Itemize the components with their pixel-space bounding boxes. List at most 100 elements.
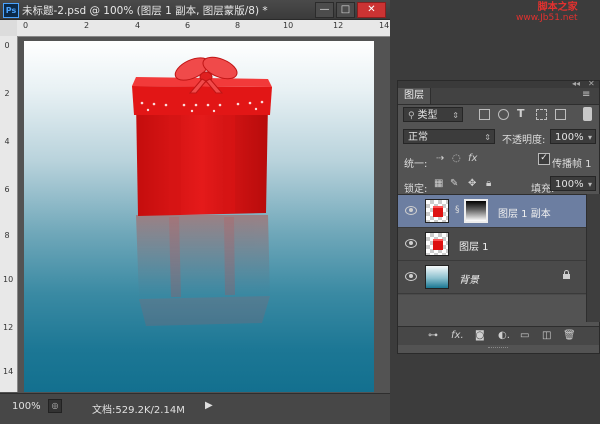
layer-row-layer1-copy[interactable]: § 图层 1 副本 bbox=[398, 195, 586, 228]
ruler-number: 2 bbox=[4, 89, 10, 98]
visibility-eye-icon[interactable] bbox=[405, 206, 417, 215]
visibility-eye-icon[interactable] bbox=[405, 272, 417, 281]
opacity-input[interactable]: 100% ▾ bbox=[550, 129, 596, 144]
zoom-level-field[interactable]: 100% bbox=[12, 401, 41, 412]
horizontal-ruler[interactable]: 0 2 4 6 8 10 12 14 bbox=[17, 20, 390, 37]
fill-value: 100% bbox=[555, 179, 584, 190]
layer-name[interactable]: 图层 1 副本 bbox=[498, 205, 551, 220]
layer-row-background[interactable]: 背景 bbox=[398, 261, 586, 294]
unify-style-icon[interactable]: fx bbox=[468, 153, 477, 164]
smart-object-filter-icon[interactable] bbox=[555, 109, 566, 120]
vertical-ruler[interactable]: 0 2 4 6 8 10 12 14 bbox=[0, 36, 18, 392]
site-watermark: 脚本之家 www.Jb51.net bbox=[516, 2, 578, 24]
fx-icon[interactable]: fx. bbox=[451, 330, 464, 341]
panel-header-strip[interactable]: ◂◂ ✕ bbox=[398, 79, 599, 88]
ruler-number: 6 bbox=[4, 185, 10, 194]
watermark-title: 脚本之家 bbox=[537, 2, 578, 13]
propagate-frame-label: 传播帧 1 bbox=[552, 159, 592, 170]
unify-position-icon[interactable]: ⇢ bbox=[436, 153, 444, 164]
ruler-number: 12 bbox=[3, 323, 14, 332]
document-title: 未标题-2.psd @ 100% (图层 1 副本, 图层蒙版/8) * bbox=[22, 5, 268, 17]
ruler-number: 8 bbox=[235, 21, 241, 30]
ruler-number: 14 bbox=[3, 367, 14, 376]
document-size-info: 文档:529.2K/2.14M bbox=[92, 405, 185, 416]
lock-transparency-icon[interactable]: ▦ bbox=[434, 178, 443, 189]
status-bar: 100% ◎ 文档:529.2K/2.14M ▶ bbox=[0, 393, 390, 424]
close-button[interactable]: ✕ bbox=[357, 2, 386, 18]
status-info-icon[interactable]: ◎ bbox=[48, 399, 62, 413]
filter-toggle-switch[interactable] bbox=[583, 107, 592, 121]
layer-list-scrollbar[interactable] bbox=[586, 194, 600, 322]
layer-mask-thumbnail[interactable] bbox=[464, 199, 488, 223]
ruler-number: 0 bbox=[23, 21, 29, 30]
canvas-workspace[interactable] bbox=[18, 37, 390, 392]
filter-kind-value: 类型 bbox=[417, 110, 438, 121]
link-layers-icon[interactable]: ⊶ bbox=[428, 330, 438, 341]
tab-layers[interactable]: 图层 bbox=[398, 88, 431, 104]
chevron-down-icon: ▾ bbox=[587, 133, 592, 142]
document-title-bar[interactable]: Ps 未标题-2.psd @ 100% (图层 1 副本, 图层蒙版/8) * … bbox=[0, 0, 390, 20]
photoshop-logo-icon: Ps bbox=[3, 3, 19, 18]
unify-label: 统一: bbox=[404, 159, 428, 170]
opacity-label: 不透明度: bbox=[502, 135, 546, 146]
chevron-updown-icon: ⇕ bbox=[484, 133, 491, 142]
unify-visibility-icon[interactable]: ◌ bbox=[452, 153, 461, 164]
image-filter-icon[interactable] bbox=[479, 109, 490, 120]
ruler-number: 4 bbox=[4, 137, 10, 146]
layer-name[interactable]: 背景 bbox=[459, 271, 479, 286]
chevron-updown-icon: ⇕ bbox=[452, 111, 459, 120]
gift-box-lid bbox=[132, 86, 272, 115]
collapse-panel-icon[interactable]: ◂◂ bbox=[572, 79, 580, 88]
ruler-number: 6 bbox=[185, 21, 191, 30]
type-filter-icon[interactable]: T bbox=[517, 107, 525, 120]
layer-row-layer1[interactable]: 图层 1 bbox=[398, 228, 586, 261]
document-canvas[interactable] bbox=[24, 41, 374, 392]
ruler-number: 10 bbox=[283, 21, 294, 30]
close-panel-icon[interactable]: ✕ bbox=[588, 79, 595, 88]
ruler-number: 10 bbox=[3, 275, 14, 284]
propagate-frame-checkbox[interactable]: ✓ bbox=[538, 153, 550, 165]
lock-label: 锁定: bbox=[404, 184, 428, 195]
add-mask-icon[interactable]: ◙ bbox=[475, 330, 485, 341]
blend-mode-value: 正常 bbox=[408, 132, 428, 143]
minimize-button[interactable]: — bbox=[315, 2, 334, 18]
gift-box-artwork bbox=[132, 56, 272, 326]
panel-resize-grip[interactable] bbox=[488, 347, 508, 351]
adjustment-filter-icon[interactable] bbox=[498, 109, 509, 120]
layers-panel-footer: ⊶ fx. ◙ ◐. ▭ ◫ 🗑︎ bbox=[398, 326, 599, 345]
ruler-number: 4 bbox=[135, 21, 141, 30]
lock-position-icon[interactable]: ✥ bbox=[468, 178, 476, 189]
layer-thumbnail[interactable] bbox=[425, 199, 449, 223]
layer-lock-icon bbox=[563, 270, 570, 279]
layer-thumbnail[interactable] bbox=[425, 232, 449, 256]
new-layer-icon[interactable]: ◫ bbox=[542, 330, 551, 341]
new-group-icon[interactable]: ▭ bbox=[520, 330, 529, 341]
visibility-eye-icon[interactable] bbox=[405, 239, 417, 248]
ruler-number: 8 bbox=[4, 231, 10, 240]
layer-thumbnail[interactable] bbox=[425, 265, 449, 289]
maximize-button[interactable]: □ bbox=[336, 2, 355, 18]
lock-pixels-icon[interactable]: ✎ bbox=[450, 178, 458, 189]
ruler-number: 2 bbox=[84, 21, 90, 30]
delete-layer-icon[interactable]: 🗑︎ bbox=[563, 330, 576, 341]
lock-all-icon[interactable]: 🔒︎ bbox=[486, 178, 491, 189]
chevron-down-icon: ▾ bbox=[587, 180, 592, 189]
blend-mode-dropdown[interactable]: 正常 ⇕ bbox=[403, 129, 495, 144]
opacity-value: 100% bbox=[555, 132, 584, 143]
panel-menu-icon[interactable]: ≡ bbox=[582, 89, 590, 100]
watermark-url: www.Jb51.net bbox=[516, 13, 578, 23]
status-menu-arrow-icon[interactable]: ▶ bbox=[205, 400, 213, 411]
ruler-origin[interactable] bbox=[0, 20, 18, 37]
mask-link-icon[interactable]: § bbox=[455, 205, 460, 215]
fill-input[interactable]: 100% ▾ bbox=[550, 176, 596, 191]
ruler-number: 14 bbox=[379, 21, 390, 30]
ruler-number: 12 bbox=[333, 21, 344, 30]
document-window: Ps 未标题-2.psd @ 100% (图层 1 副本, 图层蒙版/8) * … bbox=[0, 0, 390, 424]
adjustment-layer-icon[interactable]: ◐. bbox=[498, 330, 510, 341]
panel-tab-bar: 图层 ≡ bbox=[398, 88, 599, 105]
ruler-number: 0 bbox=[4, 41, 10, 50]
shape-filter-icon[interactable] bbox=[536, 109, 547, 120]
layer-list: § 图层 1 副本 图层 1 背景 bbox=[398, 194, 586, 295]
layer-filter-dropdown[interactable]: ⚲ 类型 ⇕ bbox=[403, 107, 463, 122]
layer-name[interactable]: 图层 1 bbox=[459, 238, 489, 253]
